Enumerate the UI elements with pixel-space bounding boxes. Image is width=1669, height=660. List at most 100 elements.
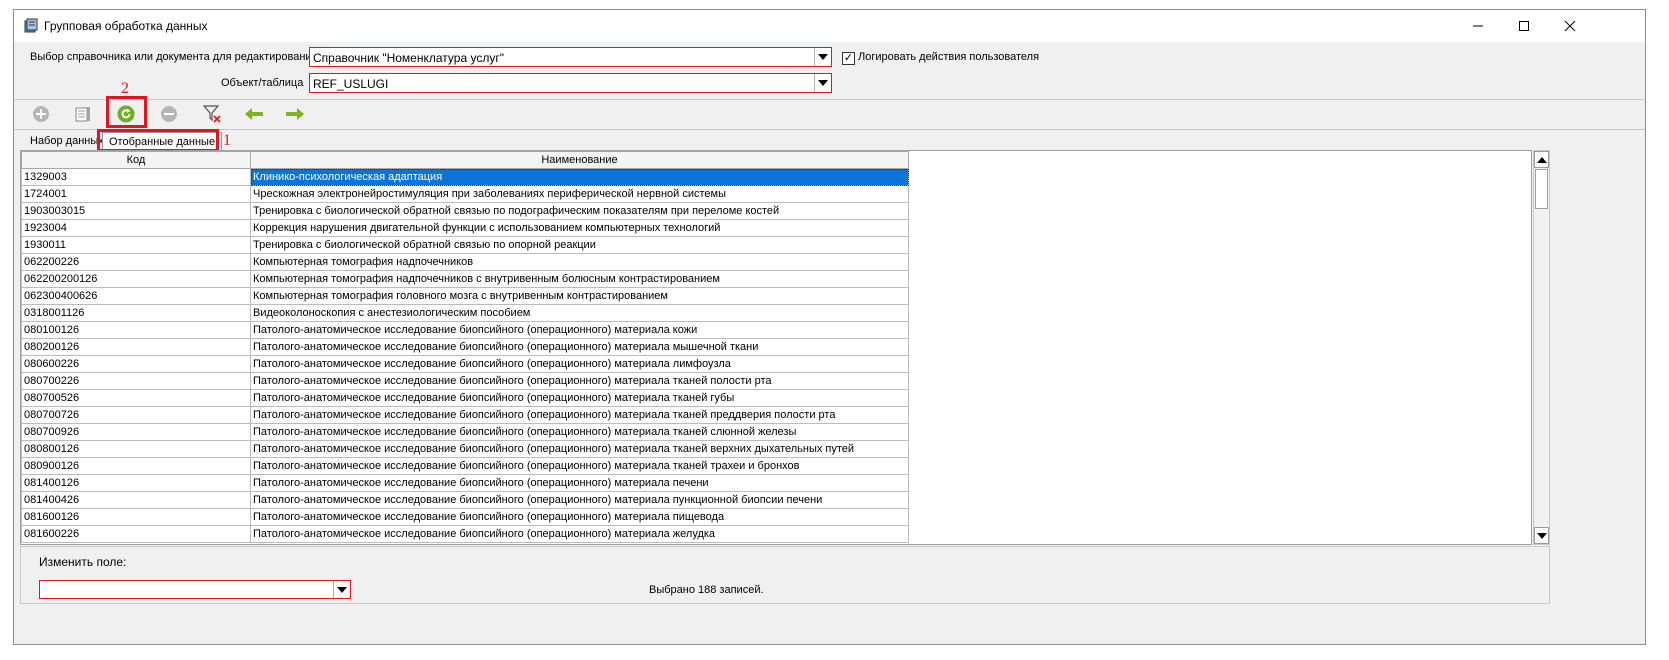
table-row[interactable]: 081400126 Патолого-анатомическое исследов… — [21, 474, 909, 492]
cell-name[interactable]: Тренировка с биологической обратной связ… — [250, 202, 909, 220]
cell-code[interactable]: 080200126 — [21, 338, 251, 356]
maximize-button[interactable] — [1501, 10, 1547, 42]
chevron-down-icon[interactable] — [814, 48, 831, 66]
table-row[interactable]: 080600226 Патолого-анатомическое исследов… — [21, 355, 909, 373]
cell-name[interactable]: Тренировка с биологической обратной связ… — [250, 236, 909, 254]
cell-code[interactable]: 080800126 — [21, 440, 251, 458]
chevron-down-icon[interactable] — [333, 581, 350, 598]
cell-code[interactable]: 1329003 — [21, 168, 251, 186]
table-row[interactable]: 080100126 Патолого-анатомическое исследов… — [21, 321, 909, 339]
cell-name[interactable]: Клинико-психологическая адаптация — [250, 168, 909, 186]
clear-filter-button[interactable] — [197, 102, 227, 128]
cell-name[interactable]: Патолого-анатомическое исследование биоп… — [250, 423, 909, 441]
data-grid[interactable]: Код Наименование 1329003 Клинико-психолог… — [20, 150, 1532, 545]
cell-code[interactable]: 081600226 — [21, 525, 251, 543]
cell-name[interactable]: Патолого-анатомическое исследование биоп… — [250, 406, 909, 424]
status-text: Выбрано 188 записей. — [649, 584, 764, 596]
filter-clear-icon — [202, 104, 222, 127]
cell-code[interactable]: 081400426 — [21, 491, 251, 509]
cell-name[interactable]: Патолого-анатомическое исследование биоп… — [250, 508, 909, 526]
cell-name[interactable]: Компьютерная томография головного мозга … — [250, 287, 909, 305]
cell-code[interactable]: 080700926 — [21, 423, 251, 441]
cell-name[interactable]: Чрескожная электронейростимуляция при за… — [250, 185, 909, 203]
tab-marker-number: 1 — [223, 132, 231, 149]
object-label: Объект/таблица — [221, 77, 304, 89]
table-row[interactable]: 1923004 Коррекция нарушения двигательной … — [21, 219, 909, 237]
cell-code[interactable]: 1903003015 — [21, 202, 251, 220]
log-checkbox[interactable]: ✓ — [842, 52, 855, 65]
table-row[interactable]: 081600126 Патолого-анатомическое исследов… — [21, 508, 909, 526]
table-row[interactable]: 1930011 Тренировка с биологической обратн… — [21, 236, 909, 254]
table-row[interactable]: 080900126 Патолого-анатомическое исследов… — [21, 457, 909, 475]
minimize-button[interactable] — [1455, 10, 1501, 42]
arrow-left-icon — [244, 107, 264, 124]
cell-name[interactable]: Патолого-анатомическое исследование биоп… — [250, 474, 909, 492]
window-title: Групповая обработка данных — [44, 19, 208, 33]
cell-code[interactable]: 1930011 — [21, 236, 251, 254]
cell-code[interactable]: 080600226 — [21, 355, 251, 373]
table-row[interactable]: 080700226 Патолого-анатомическое исследов… — [21, 372, 909, 390]
cell-code[interactable]: 062200226 — [21, 253, 251, 271]
cell-code[interactable]: 080100126 — [21, 321, 251, 339]
table-row[interactable]: 1329003 Клинико-психологическая адаптация — [21, 168, 909, 186]
cell-name[interactable]: Патолого-анатомическое исследование биоп… — [250, 491, 909, 509]
table-row[interactable]: 0318001126 Видеоколоноскопия с анестезиол… — [21, 304, 909, 322]
cell-code[interactable]: 080700526 — [21, 389, 251, 407]
cell-code[interactable]: 081600126 — [21, 508, 251, 526]
cell-name[interactable]: Видеоколоноскопия с анестезиологическим … — [250, 304, 909, 322]
close-button[interactable] — [1547, 10, 1593, 42]
table-row[interactable]: 080700526 Патолого-анатомическое исследов… — [21, 389, 909, 407]
table-row[interactable]: 062200226 Компьютерная томография надпоче… — [21, 253, 909, 271]
remove-button[interactable] — [154, 102, 184, 128]
cell-code[interactable]: 080700226 — [21, 372, 251, 390]
cell-code[interactable]: 081400126 — [21, 474, 251, 492]
tabs-separator — [14, 129, 1645, 130]
table-row[interactable]: 081400426 Патолого-анатомическое исследов… — [21, 491, 909, 509]
object-select[interactable]: REF_USLUGI — [309, 73, 832, 93]
column-header-code[interactable]: Код — [21, 151, 251, 169]
remove-icon — [160, 105, 178, 126]
table-row[interactable]: 1903003015 Тренировка с биологической обр… — [21, 202, 909, 220]
cell-code[interactable]: 062200200126 — [21, 270, 251, 288]
cell-code[interactable]: 062300400626 — [21, 287, 251, 305]
table-row[interactable]: 081600226 Патолого-анатомическое исследов… — [21, 525, 909, 543]
cell-name[interactable]: Патолого-анатомическое исследование биоп… — [250, 525, 909, 543]
cell-name[interactable]: Патолого-анатомическое исследование биоп… — [250, 355, 909, 373]
cell-code[interactable]: 080900126 — [21, 457, 251, 475]
cell-code[interactable]: 0318001126 — [21, 304, 251, 322]
scroll-thumb[interactable] — [1535, 169, 1548, 209]
cell-name[interactable]: Патолого-анатомическое исследование биоп… — [250, 338, 909, 356]
cell-code[interactable]: 1724001 — [21, 185, 251, 203]
table-row[interactable]: 080700926 Патолого-анатомическое исследов… — [21, 423, 909, 441]
cell-name[interactable]: Компьютерная томография надпочечников с … — [250, 270, 909, 288]
add-button[interactable] — [26, 102, 56, 128]
cell-name[interactable]: Патолого-анатомическое исследование биоп… — [250, 457, 909, 475]
cell-name[interactable]: Компьютерная томография надпочечников — [250, 253, 909, 271]
cell-code[interactable]: 1923004 — [21, 219, 251, 237]
table-row[interactable]: 080700726 Патолого-анатомическое исследов… — [21, 406, 909, 424]
log-label: Логировать действия пользователя — [858, 51, 1040, 63]
table-row[interactable]: 080800126 Патолого-анатомическое исследов… — [21, 440, 909, 458]
cell-name[interactable]: Патолого-анатомическое исследование биоп… — [250, 321, 909, 339]
table-row[interactable]: 1724001 Чрескожная электронейростимуляция… — [21, 185, 909, 203]
cell-name[interactable]: Коррекция нарушения двигательной функции… — [250, 219, 909, 237]
table-row[interactable]: 062300400626 Компьютерная томография голо… — [21, 287, 909, 305]
cell-name[interactable]: Патолого-анатомическое исследование биоп… — [250, 440, 909, 458]
scroll-down-icon[interactable] — [1534, 527, 1549, 544]
vertical-scrollbar[interactable] — [1533, 150, 1550, 545]
source-select[interactable]: Справочник "Номенклатура услуг" — [309, 47, 832, 67]
scroll-up-icon[interactable] — [1534, 151, 1549, 168]
prev-button[interactable] — [239, 102, 269, 128]
title-bar: Групповая обработка данных — [14, 10, 1645, 42]
table-row[interactable]: 062200200126 Компьютерная томография надп… — [21, 270, 909, 288]
cell-code[interactable]: 080700726 — [21, 406, 251, 424]
next-button[interactable] — [280, 102, 310, 128]
change-field-select[interactable] — [39, 580, 351, 599]
cell-name[interactable]: Патолого-анатомическое исследование биоп… — [250, 372, 909, 390]
chevron-down-icon[interactable] — [814, 74, 831, 92]
open-card-button[interactable] — [68, 102, 98, 128]
cell-name[interactable]: Патолого-анатомическое исследование биоп… — [250, 389, 909, 407]
table-row[interactable]: 080200126 Патолого-анатомическое исследов… — [21, 338, 909, 356]
column-header-name[interactable]: Наименование — [250, 151, 909, 169]
refresh-highlight-box — [106, 96, 147, 128]
